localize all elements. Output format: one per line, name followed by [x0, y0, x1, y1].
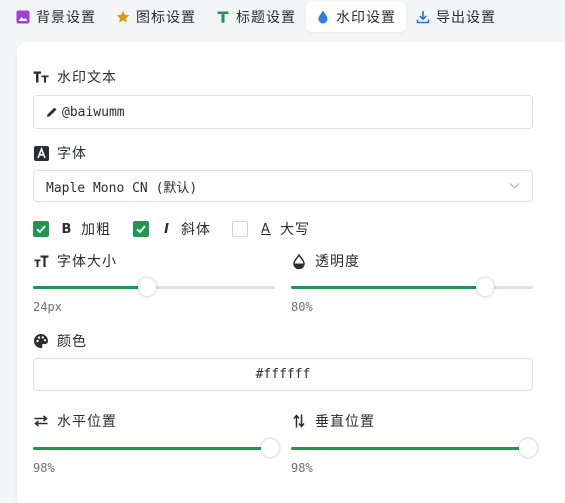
text-t-icon	[216, 10, 230, 24]
italic-icon: I	[164, 221, 170, 237]
settings-tabs: 背景设置 图标设置 标题设置 水印设置 导出设置	[0, 0, 565, 34]
chevron-down-icon	[509, 182, 520, 190]
font-a-icon	[33, 145, 49, 161]
color-label: 颜色	[33, 331, 87, 351]
font-label: 字体	[33, 143, 87, 163]
tab-label: 水印设置	[336, 10, 396, 26]
uppercase-option[interactable]: A 大写	[232, 219, 310, 239]
font-size-value: 24px	[33, 300, 62, 314]
font-select[interactable]: Maple Mono CN (默认)	[33, 170, 533, 202]
font-size-slider[interactable]	[33, 278, 275, 296]
pencil-icon	[46, 106, 58, 118]
tab-label: 背景设置	[36, 10, 96, 26]
bold-checkbox[interactable]	[33, 221, 49, 237]
font-size-label: 字体大小	[33, 251, 117, 271]
bold-option[interactable]: B 加粗	[33, 219, 111, 239]
opacity-slider[interactable]	[291, 278, 533, 296]
tab-label: 图标设置	[136, 10, 196, 26]
opacity-value: 80%	[291, 300, 313, 314]
h-position-label: 水平位置	[33, 411, 117, 431]
uppercase-checkbox[interactable]	[232, 221, 248, 237]
tab-watermark[interactable]: 水印设置	[306, 2, 406, 32]
h-position-value: 98%	[33, 461, 55, 475]
tab-label: 标题设置	[236, 10, 296, 26]
tab-label: 导出设置	[436, 10, 496, 26]
watermark-text-label: 水印文本	[33, 67, 117, 87]
color-input[interactable]: #ffffff	[33, 358, 533, 391]
image-icon	[16, 10, 30, 24]
opacity-label: 透明度	[291, 251, 360, 271]
watermark-text-input[interactable]: @baiwumm	[33, 95, 533, 129]
droplet-icon	[316, 10, 330, 24]
h-position-slider[interactable]	[33, 439, 280, 457]
palette-icon	[33, 333, 49, 349]
v-position-label: 垂直位置	[291, 411, 375, 431]
text-height-icon	[33, 253, 49, 269]
download-icon	[416, 10, 430, 24]
v-position-value: 98%	[291, 461, 313, 475]
tab-icon[interactable]: 图标设置	[106, 2, 206, 32]
slider-thumb[interactable]	[137, 278, 156, 296]
arrows-up-down-icon	[291, 413, 307, 429]
tab-export[interactable]: 导出设置	[406, 2, 506, 32]
arrows-left-right-icon	[33, 413, 49, 429]
slider-thumb[interactable]	[475, 278, 494, 296]
half-droplet-icon	[291, 253, 307, 269]
tab-title[interactable]: 标题设置	[206, 2, 306, 32]
bold-icon: B	[61, 221, 73, 237]
uppercase-icon: A	[261, 221, 271, 237]
italic-option[interactable]: I 斜体	[133, 219, 211, 239]
star-icon	[116, 10, 130, 24]
italic-checkbox[interactable]	[133, 221, 149, 237]
tab-background[interactable]: 背景设置	[0, 2, 106, 32]
v-position-slider[interactable]	[291, 439, 538, 457]
font-size-tt-icon	[33, 69, 49, 85]
